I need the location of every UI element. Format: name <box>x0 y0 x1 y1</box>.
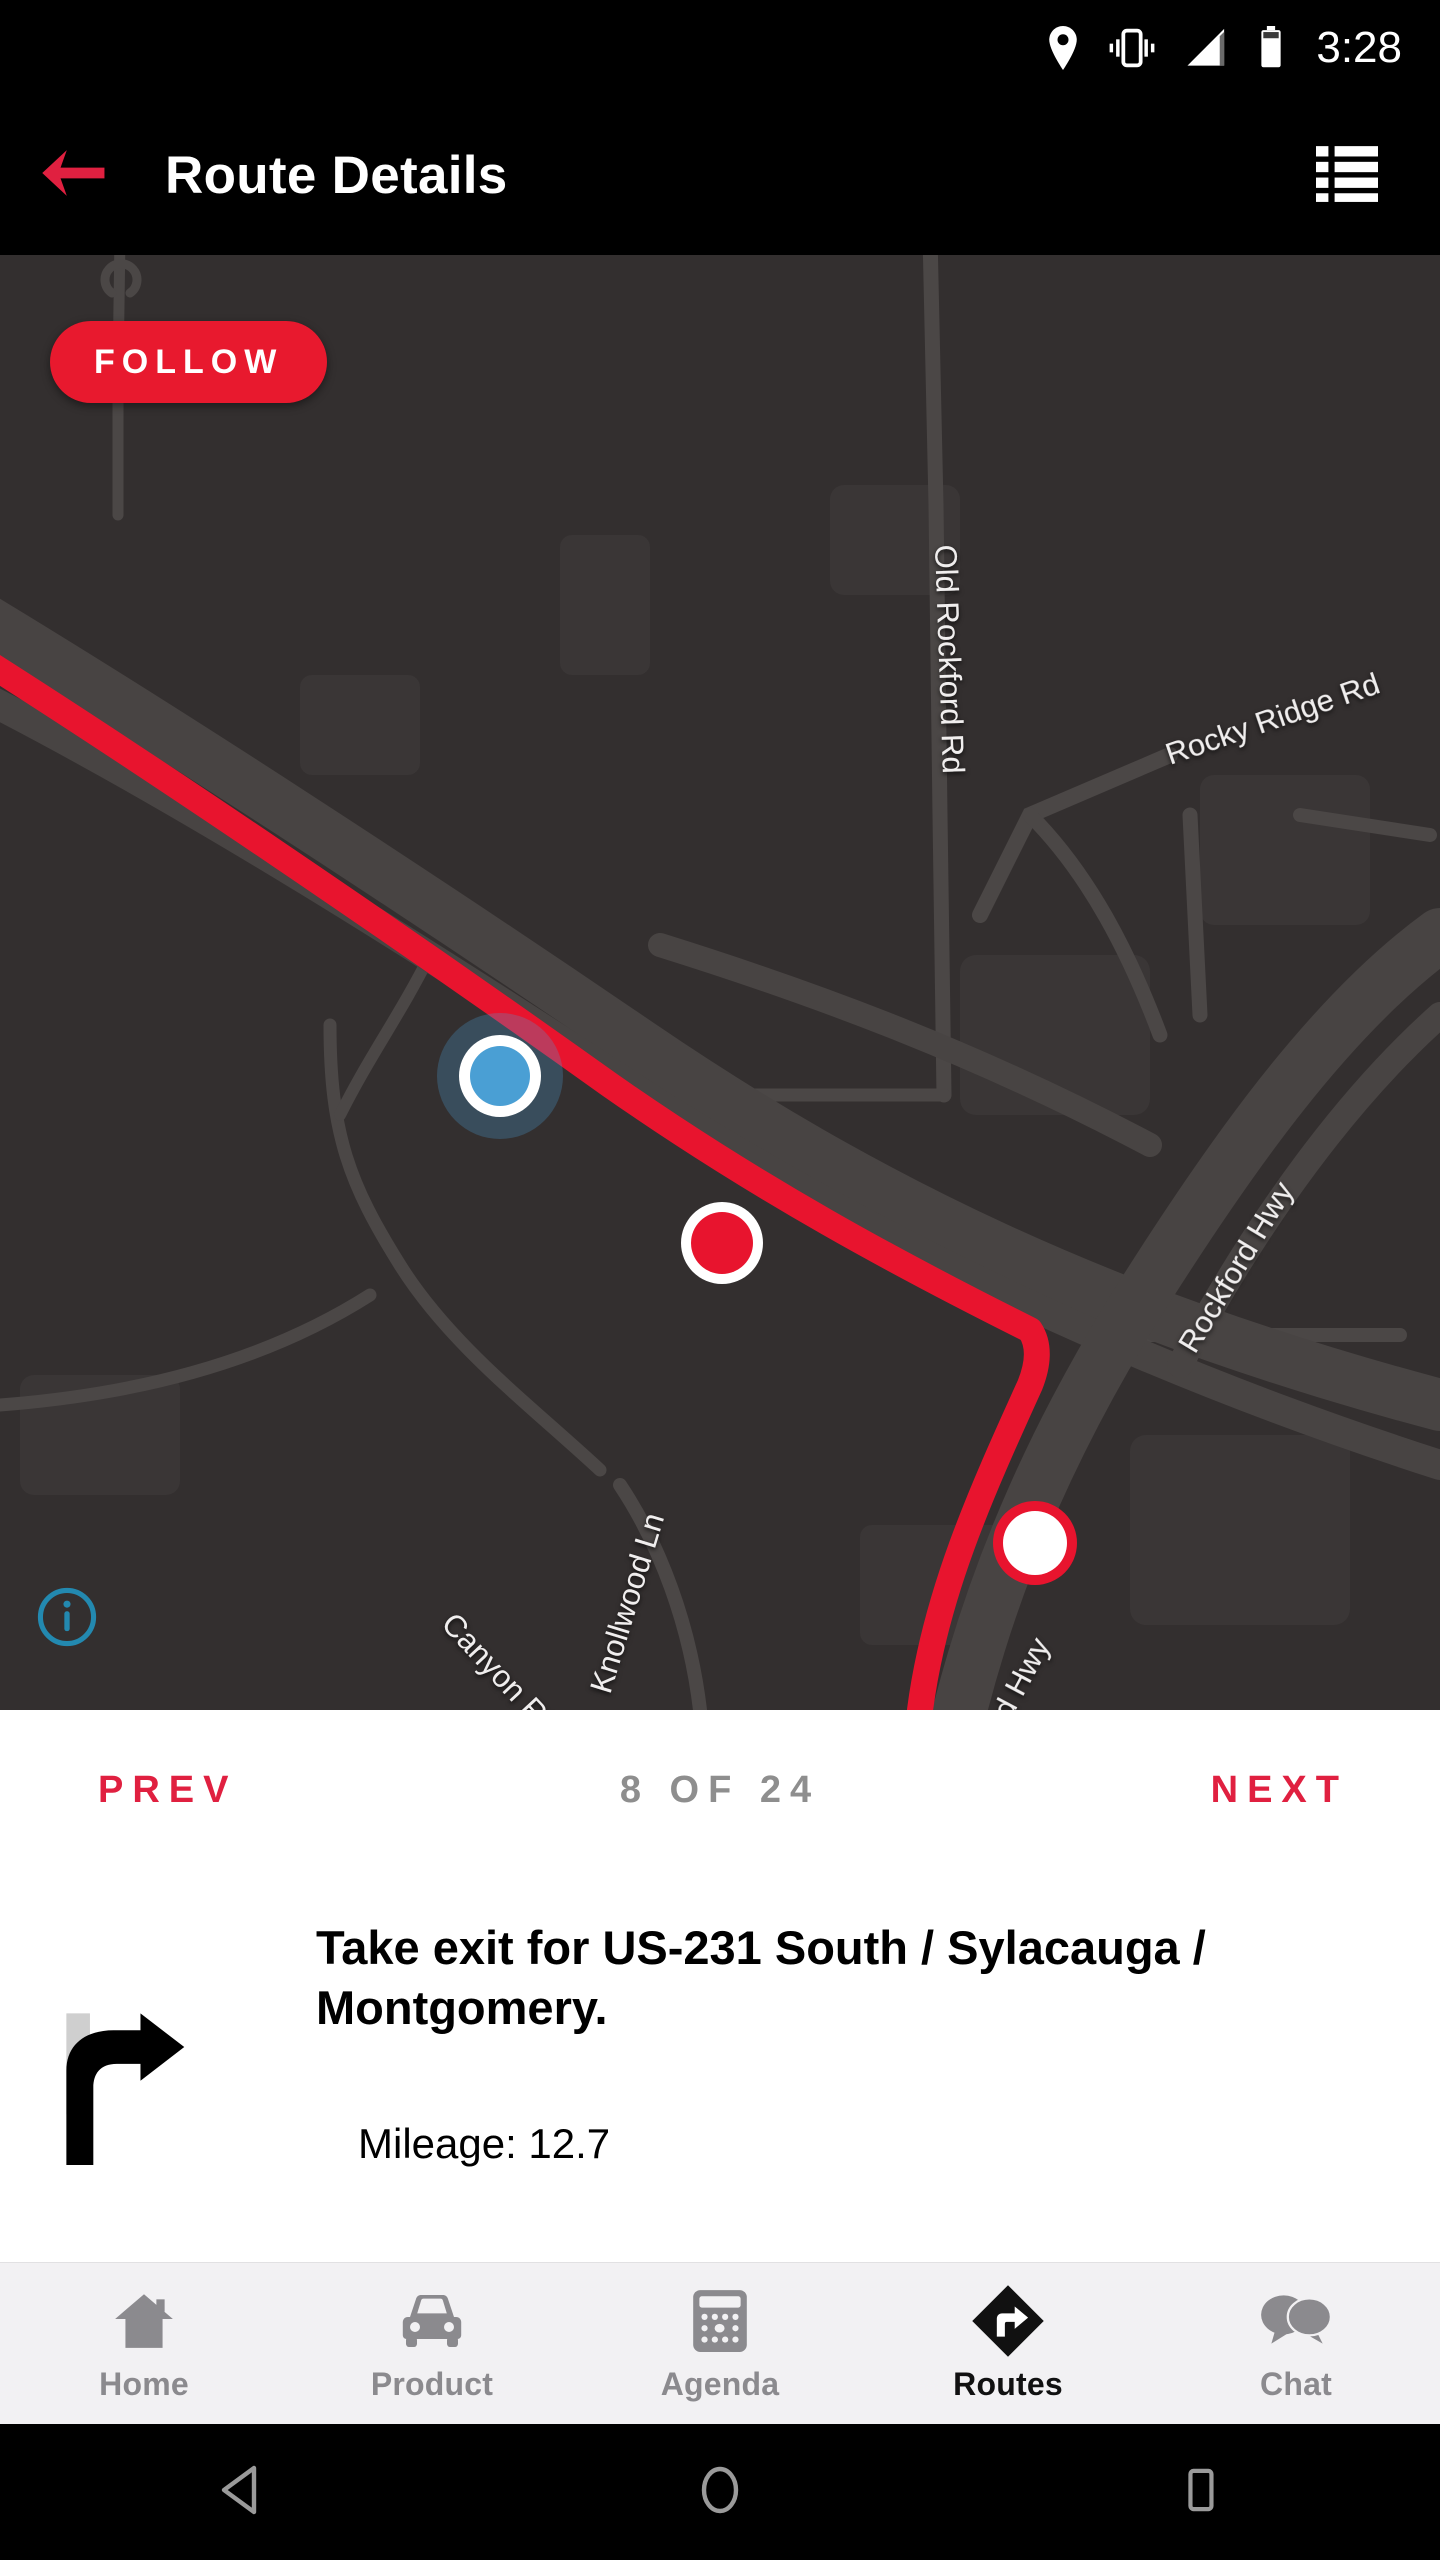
calculator-icon <box>690 2285 750 2357</box>
menu-button[interactable] <box>1302 130 1392 220</box>
mileage-text: Mileage: 12.7 <box>358 2120 611 2167</box>
phone-screen: 3:28 Route Details Old Rockford Rd Rocky… <box>0 0 1440 2560</box>
status-time: 3:28 <box>1316 22 1402 72</box>
nav-recents-button[interactable] <box>1110 2424 1290 2560</box>
home-icon <box>111 2285 177 2357</box>
tab-home[interactable]: Home <box>0 2263 288 2424</box>
route-stop-marker <box>681 1202 763 1284</box>
nav-home-button[interactable] <box>630 2424 810 2560</box>
map-label-rocky-ridge-rd: Rocky Ridge Rd <box>1161 666 1384 772</box>
bottom-tab-bar: Home Product Agenda Routes Chat <box>0 2262 1440 2424</box>
vibrate-icon <box>1106 26 1158 70</box>
status-bar: 3:28 <box>0 0 1440 95</box>
nav-back-triangle-icon <box>216 2464 264 2521</box>
route-diamond-icon <box>970 2284 1046 2357</box>
map-canvas: Old Rockford Rd Rocky Ridge Rd Rockford … <box>0 255 1440 1710</box>
page-title: Route Details <box>165 145 508 205</box>
next-step-button[interactable]: NEXT <box>1211 1769 1348 1812</box>
instruction-text: Take exit for US-231 South / Sylacauga /… <box>316 1921 1206 2035</box>
nav-back-button[interactable] <box>150 2424 330 2560</box>
turn-right-icon <box>42 2010 212 2170</box>
tab-agenda-label: Agenda <box>660 2365 780 2402</box>
nav-recents-square-icon <box>1179 2464 1221 2521</box>
step-navigation: PREV 8 OF 24 NEXT <box>0 1710 1440 1870</box>
tab-routes[interactable]: Routes <box>864 2263 1152 2424</box>
nav-home-circle-icon <box>696 2464 744 2521</box>
location-pin-icon <box>1046 25 1080 70</box>
instruction-panel: Take exit for US-231 South / Sylacauga /… <box>0 1870 1440 2250</box>
tab-home-label: Home <box>99 2365 189 2402</box>
tab-chat-label: Chat <box>1260 2365 1332 2402</box>
map-view[interactable]: Old Rockford Rd Rocky Ridge Rd Rockford … <box>0 255 1440 1710</box>
tab-chat[interactable]: Chat <box>1152 2263 1440 2424</box>
tab-routes-label: Routes <box>953 2365 1063 2402</box>
current-location-marker <box>437 1013 563 1139</box>
tab-product[interactable]: Product <box>288 2263 576 2424</box>
battery-icon <box>1258 25 1284 70</box>
signal-icon <box>1184 26 1232 70</box>
chat-bubbles-icon <box>1257 2285 1335 2357</box>
info-button[interactable] <box>36 1586 98 1648</box>
arrow-left-icon <box>39 145 111 206</box>
tab-product-label: Product <box>370 2365 494 2402</box>
car-icon <box>396 2285 468 2357</box>
android-nav-bar <box>0 2424 1440 2560</box>
map-label-knollwood-ln: Knollwood Ln <box>583 1509 671 1697</box>
app-bar: Route Details <box>0 95 1440 255</box>
follow-button[interactable]: FOLLOW <box>50 321 328 403</box>
tab-agenda[interactable]: Agenda <box>576 2263 864 2424</box>
route-waypoint-marker <box>993 1501 1077 1585</box>
list-menu-icon <box>1316 144 1378 207</box>
info-circle-icon <box>36 1587 98 1652</box>
back-button[interactable] <box>0 95 150 255</box>
